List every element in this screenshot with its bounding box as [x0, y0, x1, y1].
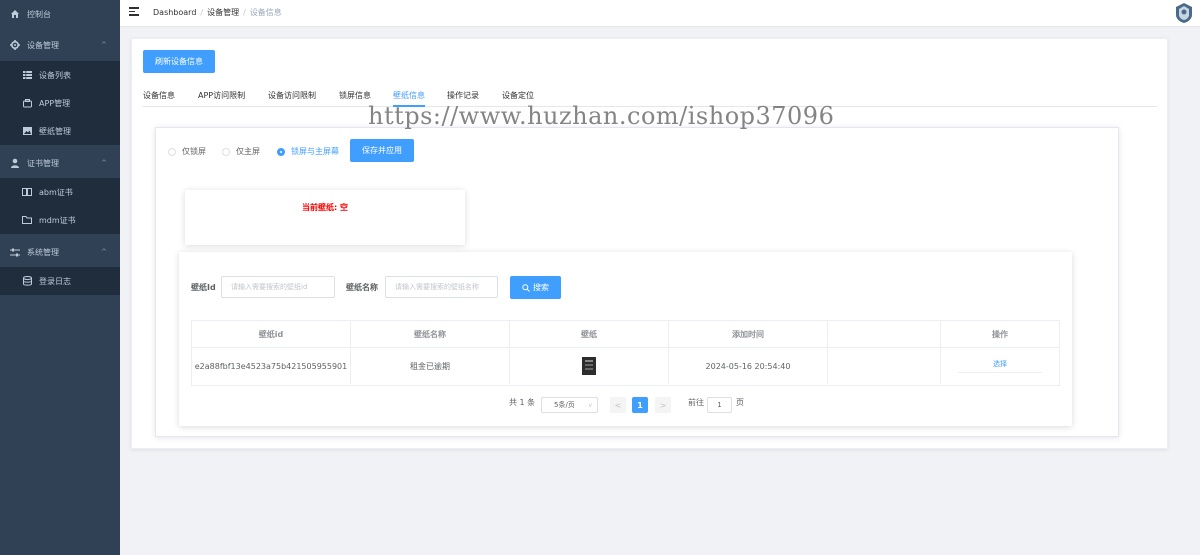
app-icon — [22, 98, 32, 108]
table-header-action: 操作 — [941, 321, 1059, 348]
sidebar-item-login-log[interactable]: 登录日志 — [0, 267, 120, 295]
radio-checked-icon — [277, 147, 285, 156]
tab-device-info[interactable]: 设备信息 — [143, 90, 175, 101]
sidebar-item-mdm-cert[interactable]: mdm证书 — [0, 206, 120, 234]
table-cell-wallpaper — [510, 348, 669, 384]
table-cell-id: e2a88fbf13e4523a75b421505955901 — [192, 348, 351, 384]
tab-device-location[interactable]: 设备定位 — [502, 90, 534, 101]
sidebar-item-app-manage[interactable]: APP管理 — [0, 89, 120, 117]
radio-label: 锁屏与主屏幕 — [291, 147, 339, 156]
select-link[interactable]: 选择 — [958, 359, 1042, 373]
sidebar-group-label: 设备管理 — [27, 40, 59, 50]
tab-operation-log[interactable]: 操作记录 — [447, 90, 479, 101]
wallpaper-search-panel: 壁纸Id 请输入需要搜索的壁纸id 壁纸名称 请输入需要搜索的壁纸名称 搜索 壁… — [179, 252, 1072, 426]
chevron-up-icon: ^ — [101, 41, 107, 49]
home-icon — [10, 9, 20, 19]
sliders-icon — [10, 247, 20, 257]
sidebar-group-label: 证书管理 — [27, 158, 59, 168]
chevron-up-icon: ^ — [101, 159, 107, 167]
gear-icon — [10, 40, 20, 50]
pagination-total: 共 1 条 — [509, 398, 536, 407]
radio-home-only[interactable]: 仅主屏 — [222, 146, 260, 157]
sidebar-group-cert[interactable]: 证书管理 ^ — [0, 149, 120, 177]
wallpaper-id-label: 壁纸Id — [191, 283, 216, 292]
goto-page-input[interactable]: 1 — [707, 397, 732, 413]
wallpaper-id-input[interactable]: 请输入需要搜索的壁纸id — [221, 276, 335, 298]
prev-page-button[interactable]: < — [610, 397, 626, 413]
search-button[interactable]: 搜索 — [510, 276, 561, 299]
wallpaper-name-input[interactable]: 请输入需要搜索的壁纸名称 — [385, 276, 498, 298]
picture-icon — [22, 126, 32, 136]
sidebar-item-label: mdm证书 — [39, 215, 76, 225]
goto-prefix: 前往 — [688, 398, 704, 407]
radio-circle-icon — [222, 147, 230, 156]
table-header-blank — [828, 321, 941, 348]
table-header-wallpaper: 壁纸 — [510, 321, 669, 348]
sidebar-item-label: 设备列表 — [39, 70, 71, 80]
chevron-up-icon: ^ — [101, 248, 107, 256]
breadcrumb-item-dashboard[interactable]: Dashboard — [153, 8, 196, 17]
page-size-value: 5条/页 — [554, 401, 575, 409]
wallpaper-thumbnail[interactable] — [582, 357, 596, 375]
sidebar-item-wallpaper-manage[interactable]: 壁纸管理 — [0, 117, 120, 145]
radio-circle-icon — [168, 147, 176, 156]
sidebar-item-label: 控制台 — [27, 9, 51, 19]
wallpaper-table: 壁纸id 壁纸名称 壁纸 添加时间 操作 e2a88fbf13e4523a75b… — [191, 320, 1060, 386]
hamburger-icon[interactable] — [129, 7, 139, 16]
main-card: 刷新设备信息 设备信息 APP访问限制 设备访问限制 锁屏信息 壁纸信息 操作记… — [131, 38, 1168, 449]
avatar[interactable] — [1176, 3, 1192, 23]
tab-lock-screen[interactable]: 锁屏信息 — [339, 90, 371, 101]
sidebar-group-label: 系统管理 — [27, 247, 59, 257]
sidebar-item-label: abm证书 — [39, 187, 73, 197]
tab-app-access[interactable]: APP访问限制 — [198, 90, 245, 101]
radio-lock-and-home[interactable]: 锁屏与主屏幕 — [277, 146, 339, 157]
radio-label: 仅锁屏 — [182, 147, 206, 156]
sidebar-group-system[interactable]: 系统管理 ^ — [0, 238, 120, 266]
table-cell-name: 租金已逾期 — [351, 348, 510, 384]
book-icon — [22, 187, 32, 197]
database-icon — [22, 276, 32, 286]
wallpaper-name-label: 壁纸名称 — [346, 283, 378, 292]
table-cell-time: 2024-05-16 20:54:40 — [669, 348, 828, 384]
watermark-text: https://www.huzhan.com/ishop37096 — [368, 102, 835, 130]
app-root: 控制台 设备管理 ^ 设备列表 APP管理 壁纸管理 证书管理 ^ abm证书 … — [0, 0, 1200, 555]
search-icon — [522, 283, 530, 292]
refresh-device-button[interactable]: 刷新设备信息 — [143, 50, 215, 73]
sidebar-item-abm-cert[interactable]: abm证书 — [0, 178, 120, 206]
radio-label: 仅主屏 — [236, 147, 260, 156]
sidebar: 控制台 设备管理 ^ 设备列表 APP管理 壁纸管理 证书管理 ^ abm证书 … — [0, 0, 120, 555]
sidebar-item-label: 登录日志 — [39, 276, 71, 286]
top-navbar: Dashboard / 设备管理 / 设备信息 — [120, 0, 1200, 27]
user-icon — [10, 158, 20, 168]
page-size-select[interactable]: 5条/页 v — [541, 397, 598, 413]
sidebar-group-device[interactable]: 设备管理 ^ — [0, 31, 120, 59]
tab-wallpaper[interactable]: 壁纸信息 — [393, 90, 425, 101]
breadcrumb-item-device-manage[interactable]: 设备管理 — [207, 8, 239, 17]
radio-lock-only[interactable]: 仅锁屏 — [168, 146, 206, 157]
grid-icon — [22, 70, 32, 80]
breadcrumb: Dashboard / 设备管理 / 设备信息 — [153, 8, 282, 17]
sidebar-item-label: 壁纸管理 — [39, 126, 71, 136]
table-cell-blank — [828, 348, 941, 384]
page-1-button[interactable]: 1 — [632, 397, 648, 413]
table-header-time: 添加时间 — [669, 321, 828, 348]
search-button-label: 搜索 — [533, 283, 549, 292]
next-page-button[interactable]: > — [655, 397, 671, 413]
save-apply-button[interactable]: 保存并应用 — [350, 139, 414, 162]
sidebar-item-dashboard[interactable]: 控制台 — [0, 0, 120, 28]
tab-device-access[interactable]: 设备访问限制 — [268, 90, 316, 101]
chevron-down-icon: v — [588, 401, 592, 409]
folder-icon — [22, 215, 32, 225]
sidebar-item-label: APP管理 — [39, 98, 71, 108]
sidebar-item-device-list[interactable]: 设备列表 — [0, 61, 120, 89]
goto-suffix: 页 — [736, 398, 744, 407]
table-header-id: 壁纸id — [192, 321, 351, 348]
breadcrumb-item-current: 设备信息 — [249, 8, 282, 17]
current-wallpaper-box: 当前壁纸: 空 — [185, 190, 465, 245]
wallpaper-panel: 仅锁屏 仅主屏 锁屏与主屏幕 保存并应用 当前壁纸: 空 壁纸Id 请输入需要搜… — [155, 127, 1119, 437]
table-header-name: 壁纸名称 — [351, 321, 510, 348]
table-cell-action: 选择 — [941, 348, 1059, 384]
current-wallpaper-text: 当前壁纸: 空 — [302, 203, 348, 212]
